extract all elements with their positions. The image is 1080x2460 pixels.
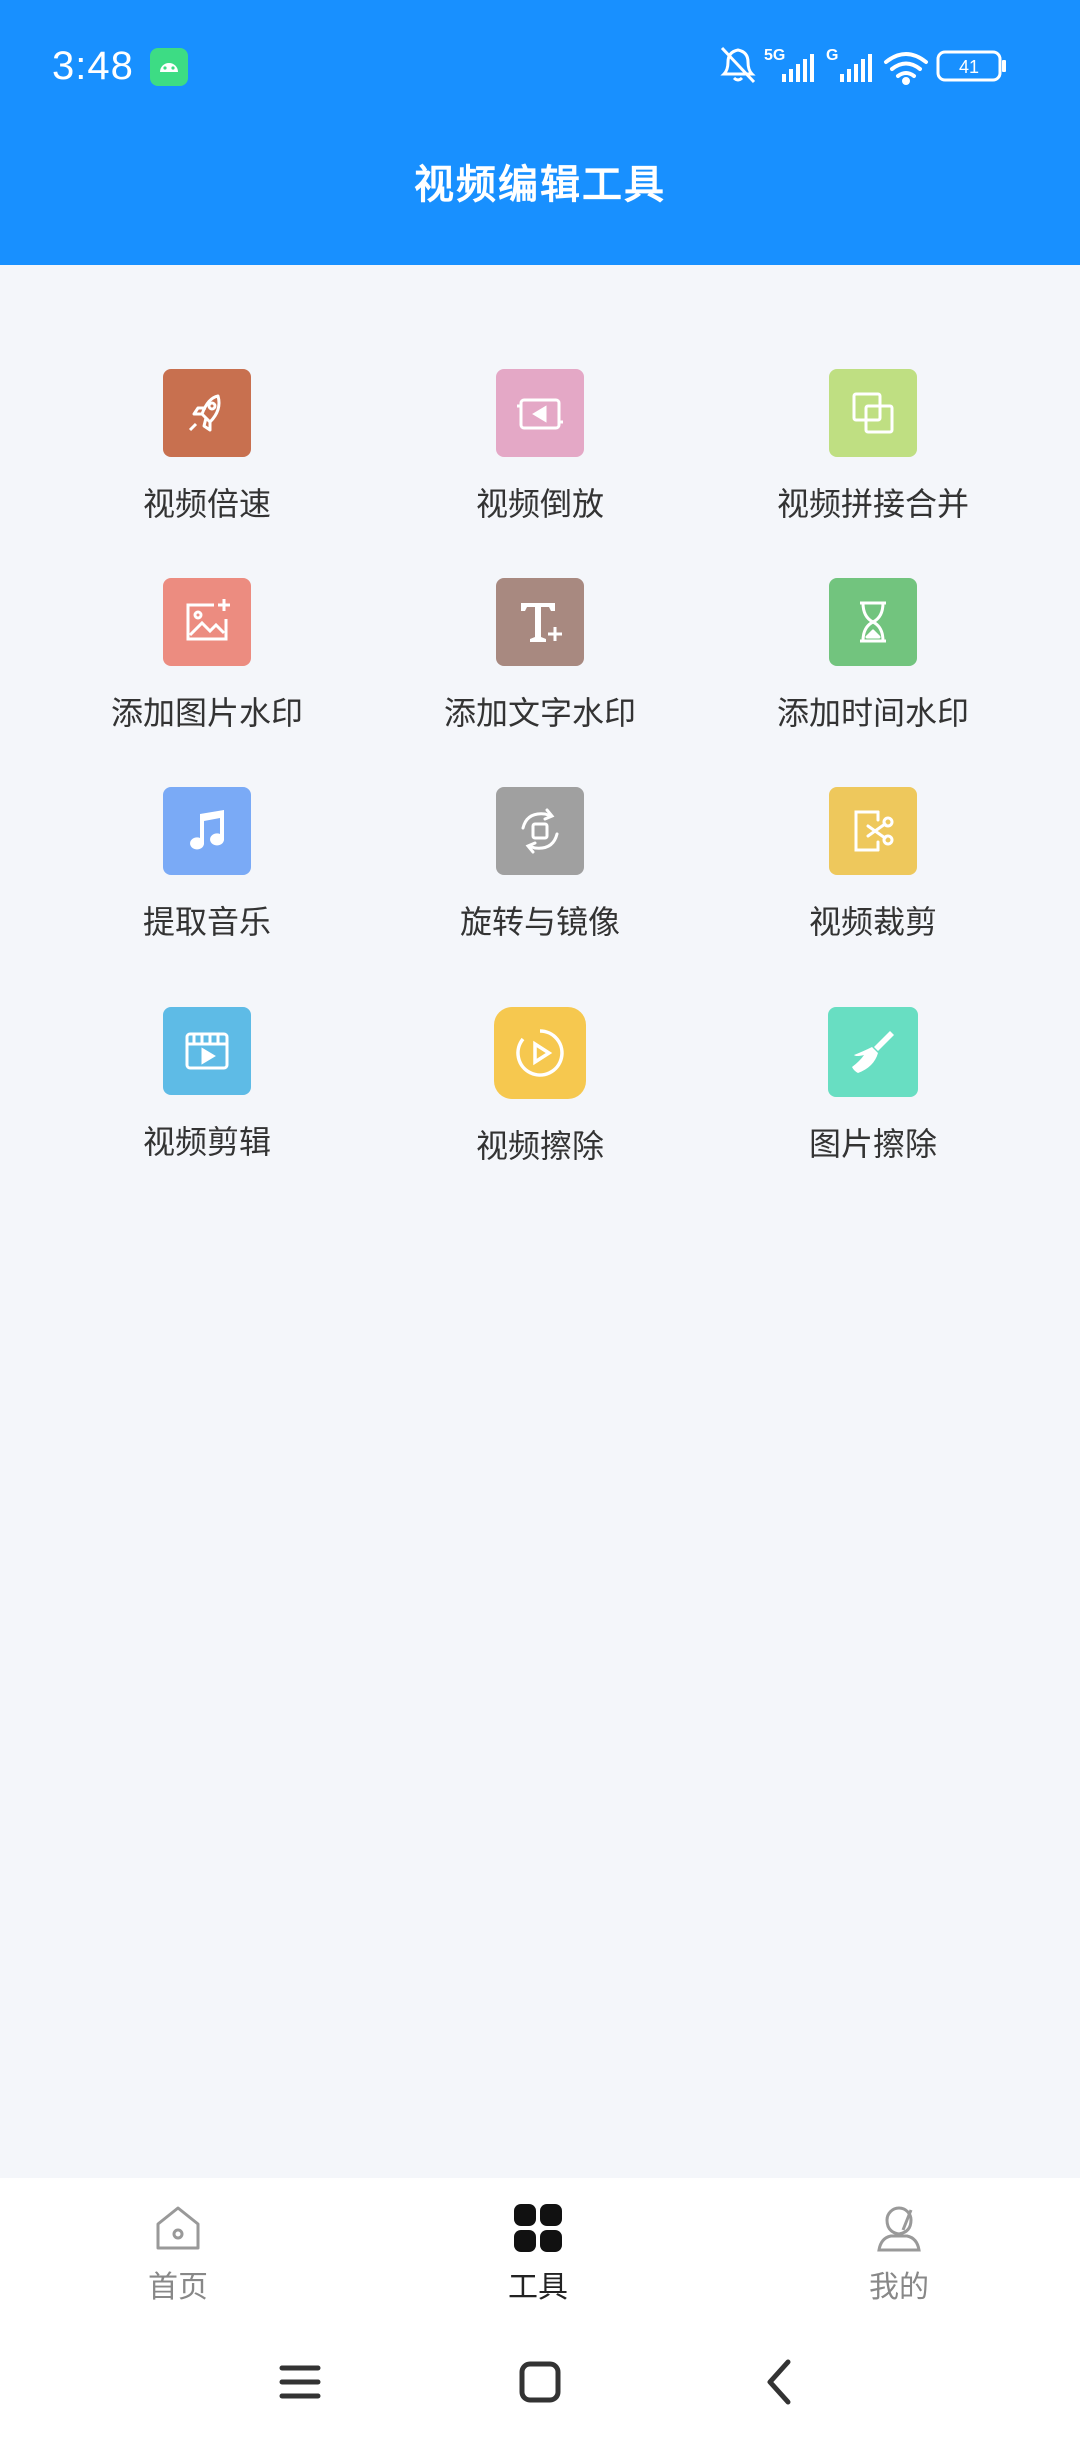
tool-text-watermark[interactable]: 添加文字水印	[370, 578, 710, 734]
status-time: 3:48	[52, 44, 134, 88]
tool-label: 图片擦除	[808, 1125, 937, 1163]
network-label-1: 5G	[764, 47, 785, 64]
battery-icon: 41	[936, 50, 1006, 82]
hourglass-icon	[829, 578, 917, 666]
android-icon	[150, 48, 188, 86]
reverse-play-icon	[496, 369, 584, 457]
tool-label: 提取音乐	[142, 903, 271, 941]
tool-label: 视频倒放	[475, 485, 604, 523]
tool-label: 视频剪辑	[142, 1123, 271, 1161]
tool-label: 视频擦除	[475, 1127, 604, 1165]
page-title: 视频编辑工具	[414, 162, 666, 208]
rocket-icon	[163, 369, 251, 457]
text-add-icon	[496, 578, 584, 666]
tool-video-speed[interactable]: 视频倍速	[37, 369, 377, 525]
image-add-icon	[163, 578, 251, 666]
profile-icon	[877, 2206, 921, 2252]
signal-icon	[840, 54, 872, 82]
tool-video-edit[interactable]: 视频剪辑	[37, 1007, 377, 1163]
bell-off-icon	[720, 46, 756, 84]
rotate-icon	[496, 787, 584, 875]
tool-rotate-mirror[interactable]: 旋转与镜像	[370, 787, 710, 943]
tool-time-watermark[interactable]: 添加时间水印	[703, 578, 1043, 734]
app-header: 3:48 5G G 41 视频编辑工具	[0, 0, 1080, 265]
nav-home[interactable]: 首页	[78, 2200, 278, 2306]
tool-label: 添加时间水印	[776, 694, 969, 732]
broom-icon	[828, 1007, 918, 1097]
signal-icon	[782, 54, 814, 82]
tool-label: 旋转与镜像	[459, 903, 620, 941]
home-icon	[156, 2206, 200, 2250]
home-square-icon[interactable]	[510, 2352, 570, 2412]
tool-image-erase[interactable]: 图片擦除	[703, 1007, 1043, 1165]
tool-video-merge[interactable]: 视频拼接合并	[703, 369, 1043, 525]
tool-image-watermark[interactable]: 添加图片水印	[37, 578, 377, 734]
nav-label: 工具	[508, 2270, 568, 2305]
tool-video-erase[interactable]: 视频擦除	[370, 1007, 710, 1167]
nav-tools[interactable]: 工具	[438, 2200, 638, 2306]
tool-label: 添加文字水印	[443, 694, 636, 732]
bottom-nav: 首页 工具 我的	[0, 2178, 1080, 2308]
tool-extract-music[interactable]: 提取音乐	[37, 787, 377, 943]
nav-label: 首页	[148, 2270, 208, 2305]
grid-icon	[514, 2204, 562, 2252]
tool-video-reverse[interactable]: 视频倒放	[370, 369, 710, 525]
wifi-icon	[884, 52, 928, 85]
music-icon	[163, 787, 251, 875]
tool-label: 视频裁剪	[808, 903, 937, 941]
back-icon[interactable]	[750, 2352, 810, 2412]
nav-profile[interactable]: 我的	[799, 2200, 999, 2306]
nav-label: 我的	[869, 2270, 929, 2305]
clapper-icon	[163, 1007, 251, 1095]
play-circle-icon	[494, 1007, 586, 1099]
tool-video-crop[interactable]: 视频裁剪	[703, 787, 1043, 943]
battery-level: 41	[959, 57, 979, 77]
system-nav-bar	[0, 2308, 1080, 2460]
menu-icon[interactable]	[270, 2352, 330, 2412]
network-label-2: G	[826, 47, 838, 64]
tool-label: 视频拼接合并	[776, 485, 969, 523]
merge-icon	[829, 369, 917, 457]
crop-cut-icon	[829, 787, 917, 875]
status-icons: 5G G 41	[716, 42, 1036, 92]
tool-label: 添加图片水印	[110, 694, 303, 732]
tool-label: 视频倍速	[142, 485, 271, 523]
